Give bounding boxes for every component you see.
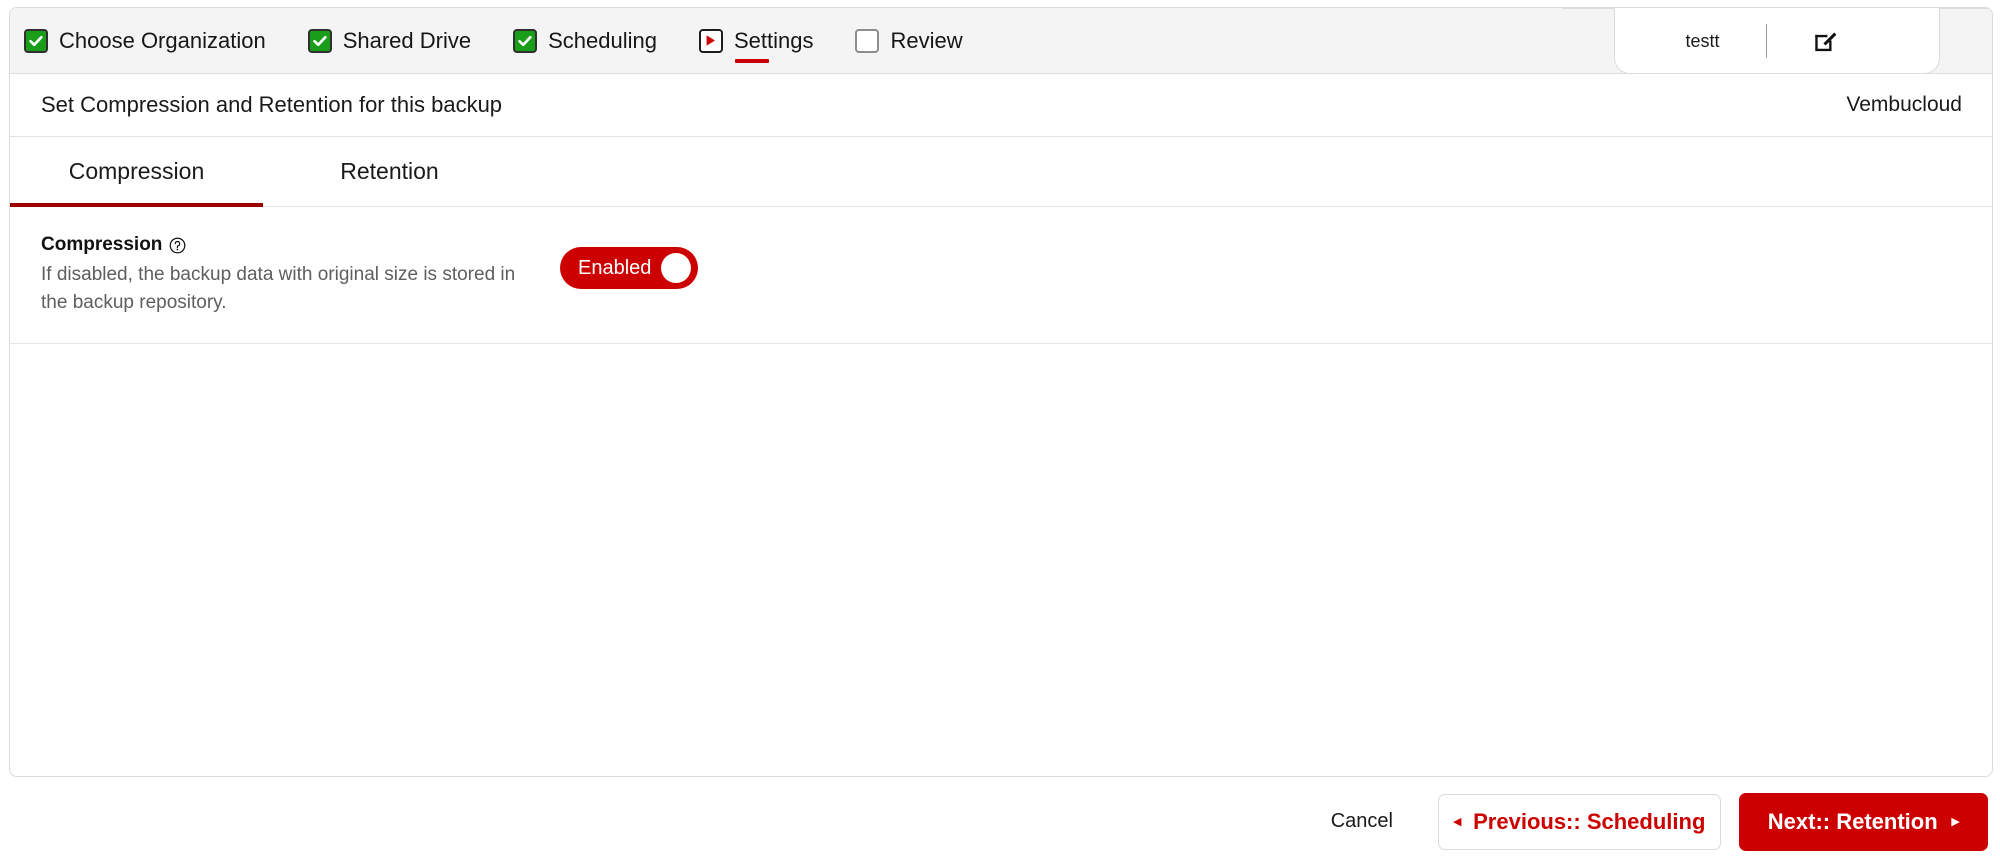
wizard-card: Choose Organization Shared Drive Schedul…	[9, 7, 1993, 777]
settings-tabs: Compression Retention	[10, 137, 1992, 207]
wizard-step-label: Shared Drive	[342, 27, 472, 53]
tab-curve-left	[1562, 8, 1616, 48]
compression-description: If disabled, the backup data with origin…	[41, 264, 516, 313]
wizard-step-shared-drive[interactable]: Shared Drive	[307, 27, 472, 54]
compression-toggle-wrap: Enabled	[560, 247, 699, 289]
wizard-steps-bar: Choose Organization Shared Drive Schedul…	[10, 8, 1992, 74]
checkbox-checked-icon	[24, 28, 48, 53]
wizard-footer: Cancel ◂ Previous:: Scheduling Next:: Re…	[0, 777, 2000, 866]
cancel-button[interactable]: Cancel	[1313, 800, 1411, 843]
wizard-step-label: Review	[890, 27, 963, 53]
compression-toggle[interactable]: Enabled	[560, 247, 699, 289]
next-button[interactable]: Next:: Retention ▸	[1739, 792, 1988, 851]
tab-retention[interactable]: Retention	[263, 137, 516, 206]
tab-label: Retention	[340, 158, 439, 184]
help-question-circle-icon[interactable]	[169, 237, 186, 254]
wizard-step-label: Settings	[733, 27, 814, 63]
page-title: Set Compression and Retention for this b…	[41, 92, 503, 117]
next-button-label: Next:: Retention	[1767, 808, 1938, 834]
tab-compression[interactable]: Compression	[10, 137, 263, 207]
tab-label: Compression	[68, 158, 205, 184]
previous-button[interactable]: ◂ Previous:: Scheduling	[1438, 793, 1721, 850]
checkbox-empty-icon	[855, 28, 880, 53]
wizard-step-choose-organization[interactable]: Choose Organization	[24, 28, 266, 54]
chevron-right-icon: ▸	[1951, 813, 1960, 830]
previous-button-label: Previous:: Scheduling	[1473, 808, 1706, 834]
wizard-step-scheduling[interactable]: Scheduling	[513, 28, 657, 54]
wizard-step-review[interactable]: Review	[855, 27, 963, 54]
profile-tab: testt	[1562, 8, 1992, 74]
edit-pencil-square-icon[interactable]	[1767, 28, 1879, 54]
checkbox-checked-icon	[307, 28, 332, 53]
chevron-left-icon: ◂	[1453, 813, 1462, 830]
checkbox-checked-icon	[513, 28, 538, 53]
wizard-step-label: Choose Organization	[59, 27, 266, 53]
toggle-knob	[661, 253, 692, 283]
wizard-step-settings[interactable]: Settings	[698, 27, 814, 63]
compression-label: Compression	[41, 234, 163, 255]
page-title-row: Set Compression and Retention for this b…	[10, 74, 1992, 137]
profile-name: testt	[1685, 30, 1720, 51]
backup-settings-wizard: Choose Organization Shared Drive Schedul…	[0, 0, 2000, 866]
compression-toggle-label: Enabled	[578, 256, 652, 279]
play-triangle-icon	[698, 28, 723, 53]
compression-setting-row: Compression If disabled, the backup data…	[10, 207, 1992, 344]
compression-label-group: Compression	[41, 233, 536, 257]
account-name: Vembucloud	[1846, 93, 1962, 116]
tab-curve-right	[1938, 8, 1992, 48]
wizard-step-label: Scheduling	[548, 27, 657, 53]
compression-setting-text: Compression If disabled, the backup data…	[41, 233, 536, 317]
